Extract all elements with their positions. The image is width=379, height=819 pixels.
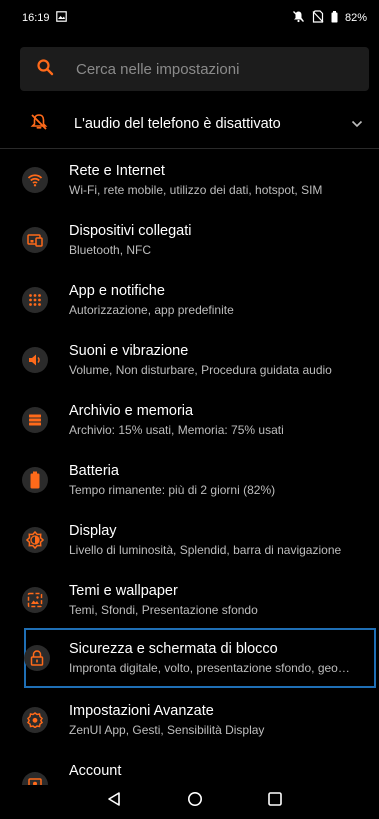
- settings-item-storage[interactable]: Archivio e memoria Archivio: 15% usati, …: [0, 390, 379, 450]
- wifi-icon: [22, 167, 48, 193]
- status-right: 82%: [292, 10, 367, 26]
- item-subtitle: Temi, Sfondi, Presentazione sfondo: [69, 603, 258, 617]
- volume-icon: [22, 347, 48, 373]
- item-subtitle: Archivio: 15% usati, Memoria: 75% usati: [69, 423, 284, 437]
- item-subtitle: Bluetooth, NFC: [69, 243, 152, 257]
- status-left: 16:19: [22, 11, 67, 25]
- search-icon: [36, 58, 54, 81]
- item-title: Display: [69, 523, 117, 539]
- battery-icon: [22, 467, 48, 493]
- search-placeholder: Cerca nelle impostazioni: [76, 60, 240, 78]
- wallpaper-icon: [22, 587, 48, 613]
- sound-muted-icon: [30, 113, 48, 136]
- no-sim-icon: [312, 10, 324, 26]
- settings-item-sounds[interactable]: Suoni e vibrazione Volume, Non disturbar…: [0, 330, 379, 390]
- settings-item-battery[interactable]: Batteria Tempo rimanente: più di 2 giorn…: [0, 450, 379, 510]
- muted-banner-text: L'audio del telefono è disattivato: [74, 116, 281, 132]
- settings-item-apps[interactable]: App e notifiche Autorizzazione, app pred…: [0, 270, 379, 330]
- brightness-icon: [22, 527, 48, 553]
- settings-item-security[interactable]: Sicurezza e schermata di blocco Impronta…: [24, 628, 376, 688]
- search-bar[interactable]: Cerca nelle impostazioni: [20, 47, 369, 91]
- settings-item-themes[interactable]: Temi e wallpaper Temi, Sfondi, Presentaz…: [0, 570, 379, 630]
- apps-grid-icon: [22, 287, 48, 313]
- advanced-settings-icon: [22, 707, 48, 733]
- battery-percent: 82%: [344, 12, 367, 24]
- item-title: Account: [69, 763, 122, 779]
- item-subtitle: Tempo rimanente: più di 2 giorni (82%): [69, 483, 276, 497]
- item-subtitle: Livello di luminosità, Splendid, barra d…: [69, 543, 342, 557]
- item-title: Temi e wallpaper: [69, 583, 178, 599]
- item-title: Impostazioni Avanzate: [69, 703, 214, 719]
- back-icon[interactable]: [106, 791, 122, 812]
- settings-item-network[interactable]: Rete e Internet Wi-Fi, rete mobile, util…: [0, 150, 379, 210]
- item-subtitle: Wi-Fi, rete mobile, utilizzo dei dati, h…: [69, 183, 323, 197]
- devices-icon: [22, 227, 48, 253]
- status-time: 16:19: [22, 12, 50, 24]
- recents-icon[interactable]: [267, 791, 283, 812]
- settings-item-advanced[interactable]: Impostazioni Avanzate ZenUI App, Gesti, …: [0, 690, 379, 750]
- battery-status-icon: [331, 10, 338, 26]
- status-bar: 16:19 82%: [0, 0, 379, 36]
- item-title: Sicurezza e schermata di blocco: [69, 641, 278, 657]
- divider: [0, 148, 379, 149]
- screenshot-notification-icon: [55, 11, 67, 25]
- storage-icon: [22, 407, 48, 433]
- item-subtitle: Impronta digitale, volto, presentazione …: [69, 661, 350, 675]
- item-title: Dispositivi collegati: [69, 223, 192, 239]
- item-subtitle: Autorizzazione, app predefinite: [69, 303, 234, 317]
- lock-icon: [24, 645, 50, 671]
- item-subtitle: Volume, Non disturbare, Procedura guidat…: [69, 363, 332, 377]
- home-icon[interactable]: [187, 791, 203, 812]
- item-subtitle: ZenUI App, Gesti, Sensibilità Display: [69, 723, 265, 737]
- item-title: App e notifiche: [69, 283, 165, 299]
- settings-item-display[interactable]: Display Livello di luminosità, Splendid,…: [0, 510, 379, 570]
- item-title: Rete e Internet: [69, 163, 165, 179]
- navigation-bar: [0, 785, 379, 819]
- notifications-muted-icon: [292, 10, 305, 26]
- item-title: Suoni e vibrazione: [69, 343, 189, 359]
- chevron-down-icon[interactable]: [351, 115, 363, 133]
- muted-audio-banner[interactable]: L'audio del telefono è disattivato: [0, 100, 379, 148]
- item-title: Batteria: [69, 463, 119, 479]
- item-title: Archivio e memoria: [69, 403, 194, 419]
- settings-item-connected-devices[interactable]: Dispositivi collegati Bluetooth, NFC: [0, 210, 379, 270]
